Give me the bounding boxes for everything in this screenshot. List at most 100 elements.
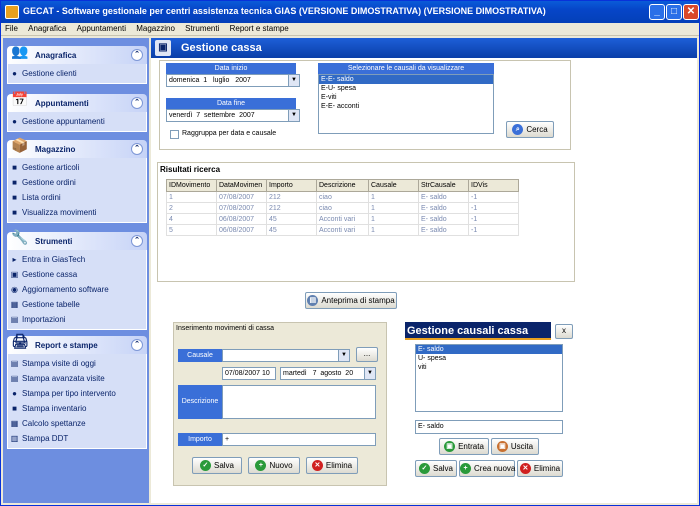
table-row[interactable]: 4 06/08/2007 45 Acconti vari 1 E- saldo -1 bbox=[166, 213, 519, 225]
list-item[interactable]: E-E- acconti bbox=[319, 102, 493, 111]
sidebar-item-lista-ordini[interactable]: ■ Lista ordini bbox=[8, 190, 146, 205]
list-item[interactable]: viti bbox=[416, 363, 562, 372]
causali-salva-button[interactable]: ✓ Salva bbox=[415, 460, 457, 477]
chevron-down-icon[interactable]: ▼ bbox=[288, 110, 299, 121]
chevron-down-icon[interactable]: ▼ bbox=[288, 75, 299, 86]
entrata-button[interactable]: ▣ Entrata bbox=[439, 438, 489, 455]
button-label: Cerca bbox=[526, 125, 548, 134]
title-bar[interactable]: GECAT - Software gestionale per centri a… bbox=[1, 1, 699, 23]
menu-report[interactable]: Report e stampe bbox=[226, 23, 293, 34]
column-header[interactable]: Importo bbox=[266, 179, 317, 192]
cerca-button[interactable]: ⌕ Cerca bbox=[506, 121, 554, 138]
sidebar-item-gestione-ordini[interactable]: ■ Gestione ordini bbox=[8, 175, 146, 190]
list-item[interactable]: E-U- spesa bbox=[319, 84, 493, 93]
date-picker[interactable]: martedì 7 agosto 20 ▼ bbox=[280, 367, 376, 380]
sidebar-item-importazioni[interactable]: ▤ Importazioni bbox=[8, 312, 146, 327]
anteprima-button[interactable]: ▤ Anteprima di stampa bbox=[305, 292, 397, 309]
salva-button[interactable]: ✓ Salva bbox=[192, 457, 242, 474]
collapse-icon[interactable]: ⌃ bbox=[131, 235, 143, 247]
box-icon: ■ bbox=[12, 193, 17, 202]
panel-magazzino-header[interactable]: 📦 Magazzino ⌃ bbox=[7, 137, 147, 158]
panel-strumenti-header[interactable]: 🔧 Strumenti ⌃ bbox=[7, 229, 147, 250]
chevron-down-icon[interactable]: ▼ bbox=[338, 350, 349, 361]
table-row[interactable]: 2 07/08/2007 212 ciao 1 E- saldo -1 bbox=[166, 202, 519, 214]
sidebar-item-gestione-tabelle[interactable]: ▦ Gestione tabelle bbox=[8, 297, 146, 312]
filter-box: Data inizio domenica 1 luglio 2007 ▼ Dat… bbox=[159, 60, 571, 150]
menu-strumenti[interactable]: Strumenti bbox=[181, 23, 223, 34]
table-header: IDMovimento DataMovimen Importo Descrizi… bbox=[166, 179, 519, 192]
arrow-icon: ▸ bbox=[12, 255, 17, 264]
causale-selected-field[interactable]: E- saldo bbox=[415, 420, 563, 434]
close-button[interactable]: ✕ bbox=[683, 4, 699, 20]
table-row[interactable]: 1 07/08/2007 212 ciao 1 E- saldo -1 bbox=[166, 191, 519, 203]
date-field[interactable]: 07/08/2007 10 bbox=[222, 367, 276, 380]
chevron-down-icon[interactable]: ▼ bbox=[364, 368, 375, 379]
weekday: venerdì bbox=[169, 112, 193, 119]
elimina-button[interactable]: ✕ Elimina bbox=[306, 457, 358, 474]
table-row[interactable]: 5 06/08/2007 45 Acconti vari 1 E- saldo -1 bbox=[166, 224, 519, 236]
sidebar-item-visualizza-movimenti[interactable]: ■ Visualizza movimenti bbox=[8, 205, 146, 220]
menu-magazzino[interactable]: Magazzino bbox=[132, 23, 179, 34]
warehouse-icon: 📦 bbox=[11, 137, 29, 153]
column-header[interactable]: Causale bbox=[368, 179, 419, 192]
item-label: Gestione ordini bbox=[22, 178, 76, 187]
data-inizio-picker[interactable]: domenica 1 luglio 2007 ▼ bbox=[166, 74, 300, 87]
data-fine-picker[interactable]: venerdì 7 settembre 2007 ▼ bbox=[166, 109, 300, 122]
collapse-icon[interactable]: ⌃ bbox=[131, 143, 143, 155]
causali-panel-listbox[interactable]: E- saldo U- spesa viti bbox=[415, 344, 563, 412]
uscita-button[interactable]: ▣ Uscita bbox=[491, 438, 539, 455]
descrizione-field[interactable] bbox=[222, 385, 376, 419]
causali-label: Selezionare le causali da visualizzare bbox=[318, 63, 494, 74]
table-cell: E- saldo bbox=[418, 191, 469, 203]
maximize-button[interactable]: □ bbox=[666, 4, 682, 20]
panel-anagrafica-header[interactable]: 👥 Anagrafica ⌃ bbox=[7, 43, 147, 64]
table-cell: 06/08/2007 bbox=[216, 213, 267, 225]
year: 2007 bbox=[239, 112, 255, 119]
importo-field[interactable]: + bbox=[222, 433, 376, 446]
causali-listbox[interactable]: E-E- saldo E-U- spesa E-viti E-E- accont… bbox=[318, 74, 494, 134]
list-item[interactable]: E-E- saldo bbox=[319, 75, 493, 84]
crea-nuova-button[interactable]: + Crea nuova bbox=[459, 460, 515, 477]
table-cell: 4 bbox=[166, 213, 217, 225]
dots-button[interactable]: ... bbox=[356, 347, 378, 362]
sidebar-item-calcolo-spettanze[interactable]: ▦ Calcolo spettanze bbox=[8, 416, 146, 431]
sidebar-item-gestione-cassa[interactable]: ▣ Gestione cassa bbox=[8, 267, 146, 282]
sidebar-item-gestione-clienti[interactable]: ● Gestione clienti bbox=[8, 66, 146, 81]
menu-appuntamenti[interactable]: Appuntamenti bbox=[73, 23, 130, 34]
panel-report-header[interactable]: 🖨 Report e stampe ⌃ bbox=[7, 333, 147, 354]
sidebar-item-gestione-appuntamenti[interactable]: ● Gestione appuntamenti bbox=[8, 114, 146, 129]
causale-combo[interactable]: ▼ bbox=[222, 349, 350, 362]
column-header[interactable]: DataMovimen bbox=[216, 179, 267, 192]
raggruppa-checkbox[interactable] bbox=[170, 130, 179, 139]
column-header[interactable]: IDMovimento bbox=[166, 179, 217, 192]
sidebar-item-stampa-tipo-intervento[interactable]: ● Stampa per tipo intervento bbox=[8, 386, 146, 401]
sidebar-item-stampa-inventario[interactable]: ■ Stampa inventario bbox=[8, 401, 146, 416]
check-icon: ✓ bbox=[418, 463, 430, 475]
column-header[interactable]: IDVis bbox=[468, 179, 519, 192]
panel-appuntamenti-header[interactable]: 📅 Appuntamenti ⌃ bbox=[7, 91, 147, 112]
close-causali-button[interactable]: x bbox=[555, 324, 573, 339]
nuovo-button[interactable]: + Nuovo bbox=[248, 457, 300, 474]
sidebar-item-aggiornamento-software[interactable]: ◉ Aggiornamento software bbox=[8, 282, 146, 297]
collapse-icon[interactable]: ⌃ bbox=[131, 49, 143, 61]
sidebar-item-stampa-ddt[interactable]: ▥ Stampa DDT bbox=[8, 431, 146, 446]
item-label: Stampa inventario bbox=[22, 404, 87, 413]
list-item[interactable]: E- saldo bbox=[416, 345, 562, 354]
sidebar-item-entra-giastech[interactable]: ▸ Entra in GiasTech bbox=[8, 252, 146, 267]
collapse-icon[interactable]: ⌃ bbox=[131, 339, 143, 351]
collapse-icon[interactable]: ⌃ bbox=[131, 97, 143, 109]
column-header[interactable]: Descrizione bbox=[316, 179, 369, 192]
sidebar-item-stampa-avanzata-visite[interactable]: ▤ Stampa avanzata visite bbox=[8, 371, 146, 386]
window-title: GECAT - Software gestionale per centri a… bbox=[23, 6, 546, 16]
month: luglio bbox=[213, 77, 230, 84]
weekday: martedì bbox=[283, 370, 307, 377]
sidebar-item-stampa-visite-oggi[interactable]: ▤ Stampa visite di oggi bbox=[8, 356, 146, 371]
column-header[interactable]: StrCausale bbox=[418, 179, 469, 192]
minimize-button[interactable]: _ bbox=[649, 4, 665, 20]
causali-elimina-button[interactable]: ✕ Elimina bbox=[517, 460, 563, 477]
menu-file[interactable]: File bbox=[1, 23, 22, 34]
list-item[interactable]: E-viti bbox=[319, 93, 493, 102]
menu-anagrafica[interactable]: Anagrafica bbox=[24, 23, 70, 34]
sidebar-item-gestione-articoli[interactable]: ■ Gestione articoli bbox=[8, 160, 146, 175]
list-item[interactable]: U- spesa bbox=[416, 354, 562, 363]
